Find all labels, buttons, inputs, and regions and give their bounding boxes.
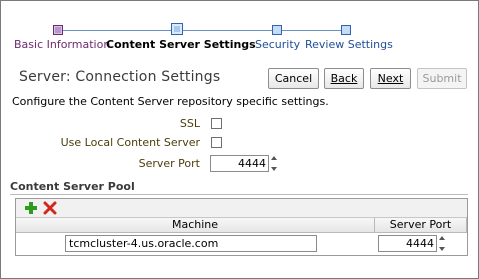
column-header-server-port: Server Port [375, 218, 467, 233]
row-port-stepper[interactable] [378, 235, 437, 252]
delete-icon[interactable] [43, 201, 57, 215]
add-icon[interactable] [24, 201, 38, 215]
spin-up-icon[interactable] [439, 236, 445, 240]
column-header-machine: Machine [16, 218, 375, 233]
next-label: Next [377, 72, 404, 85]
content-server-pool-title: Content Server Pool [10, 180, 135, 193]
back-label: Back [330, 72, 358, 85]
spin-down-icon[interactable] [439, 247, 445, 251]
table-toolbar [16, 199, 467, 218]
row-port-spin[interactable] [438, 235, 447, 252]
train-connector [62, 30, 347, 31]
machine-input[interactable] [65, 235, 317, 252]
next-button[interactable]: Next [370, 68, 411, 89]
train-stop-security[interactable] [272, 25, 282, 35]
server-port-label: Server Port [138, 157, 200, 170]
ssl-label: SSL [179, 117, 200, 130]
submit-button: Submit [417, 68, 467, 89]
train-label-security[interactable]: Security [255, 38, 300, 51]
use-local-content-server-label: Use Local Content Server [60, 136, 200, 149]
train-label-content-server-settings: Content Server Settings [106, 38, 256, 51]
use-local-content-server-checkbox[interactable] [211, 137, 222, 148]
section-divider [10, 194, 468, 195]
server-port-stepper[interactable] [210, 155, 269, 172]
train-stop-basic-information[interactable] [53, 25, 63, 35]
train-stop-content-server-settings [171, 23, 183, 35]
ssl-checkbox[interactable] [211, 118, 222, 129]
instructions-text: Configure the Content Server repository … [12, 95, 329, 108]
back-button[interactable]: Back [324, 68, 364, 89]
spin-down-icon[interactable] [271, 167, 277, 171]
server-port-spin[interactable] [270, 155, 279, 172]
content-server-pool-table: Machine Server Port [15, 198, 468, 256]
spin-up-icon[interactable] [271, 156, 277, 160]
page-title: Server: Connection Settings [19, 69, 221, 85]
row-port-input[interactable] [379, 236, 437, 251]
server-port-input[interactable] [211, 156, 269, 171]
train-stop-review-settings[interactable] [341, 25, 351, 35]
cancel-button[interactable]: Cancel [268, 68, 319, 89]
train-label-basic-information[interactable]: Basic Information [14, 38, 110, 51]
train-label-review-settings[interactable]: Review Settings [305, 38, 393, 51]
